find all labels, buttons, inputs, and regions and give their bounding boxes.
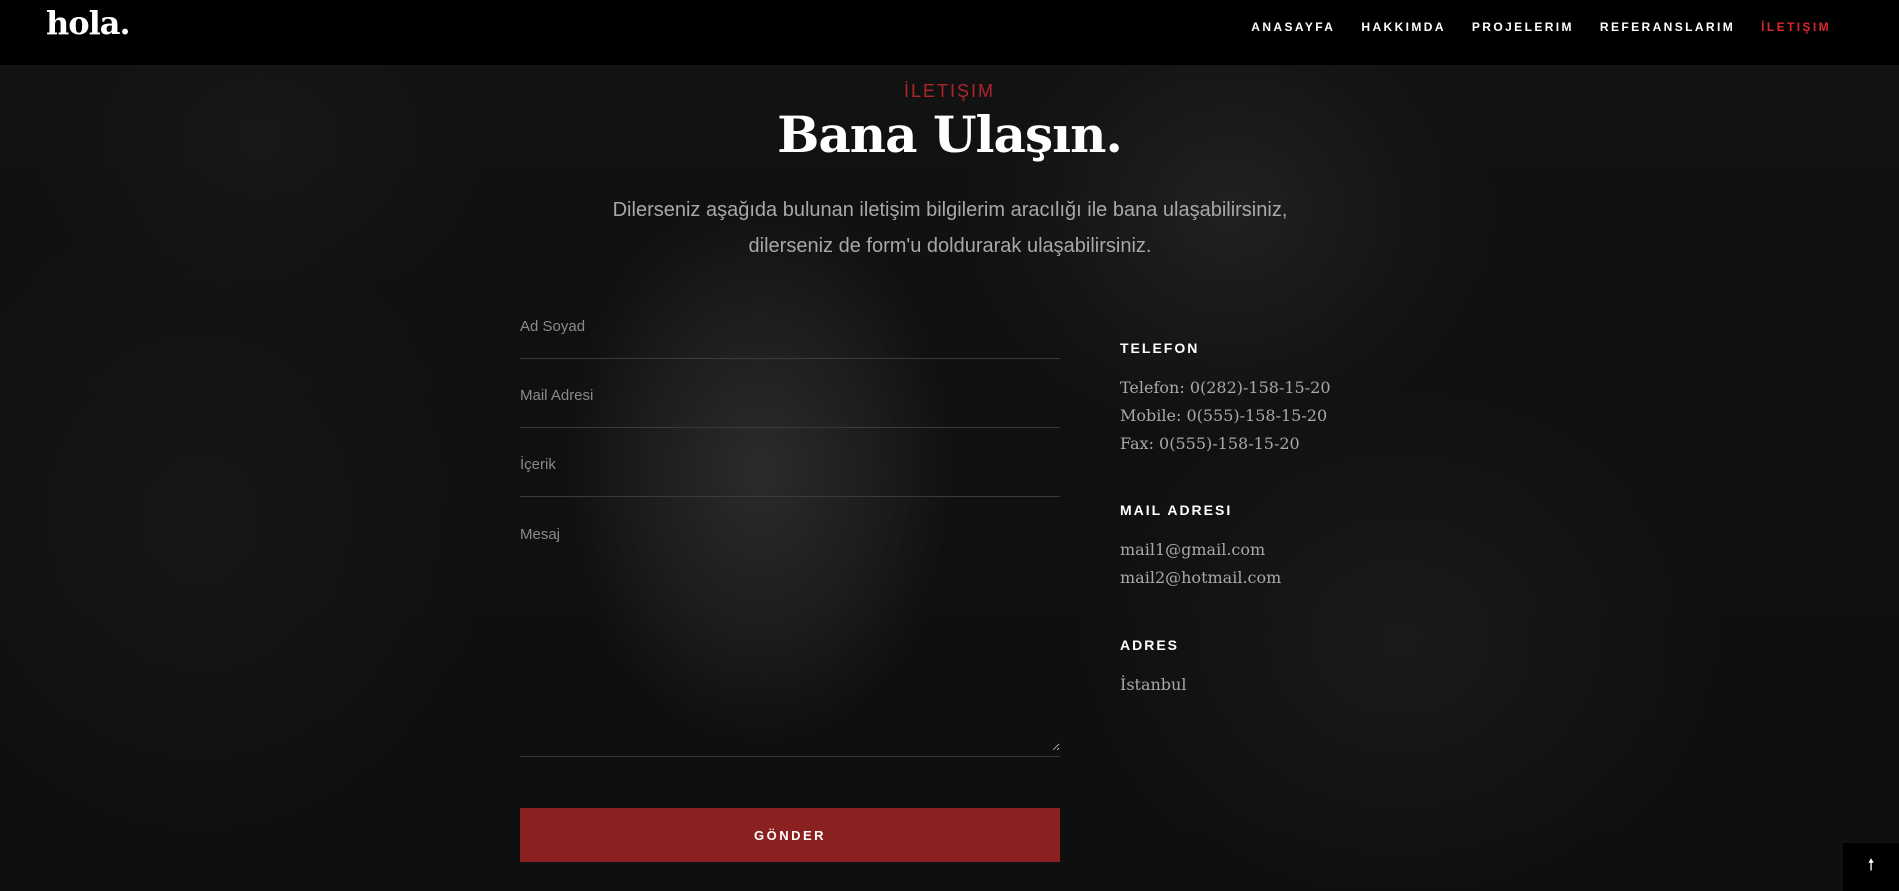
mail-line-1[interactable]: mail1@gmail.com: [1120, 536, 1281, 564]
message-textarea[interactable]: [520, 526, 1060, 751]
subject-field-wrapper: [520, 456, 1060, 497]
email-field-wrapper: [520, 387, 1060, 428]
section-title: Bana Ulaşın.: [777, 105, 1123, 164]
section-label: İLETIŞIM: [903, 81, 995, 101]
description-line-1: Dilerseniz aşağıda bulunan iletişim bilg…: [612, 199, 1288, 221]
email-input[interactable]: [520, 387, 1060, 404]
message-field-wrapper: [520, 526, 1060, 757]
nav-item-referanslarim[interactable]: REFERANSLARIM: [1600, 20, 1735, 34]
phone-block: TELEFON Telefon: 0(282)-158-15-20 Mobile…: [1120, 340, 1331, 458]
back-to-top-button[interactable]: 🠕: [1843, 843, 1899, 891]
arrow-up-icon: 🠕: [1867, 856, 1875, 874]
site-header: hola. ANASAYFA HAKKIMDA PROJELERIM REFER…: [0, 0, 1899, 65]
main-nav: ANASAYFA HAKKIMDA PROJELERIM REFERANSLAR…: [1251, 20, 1831, 34]
mail-heading: MAIL ADRESI: [1120, 502, 1233, 518]
description-line-2: dilerseniz de form'u doldurarak ulaşabil…: [748, 235, 1152, 257]
name-field-wrapper: [520, 318, 1060, 359]
mobile-line: Mobile: 0(555)-158-15-20: [1120, 406, 1328, 425]
address-heading: ADRES: [1120, 637, 1180, 653]
nav-item-projelerim[interactable]: PROJELERIM: [1472, 20, 1574, 34]
site-logo[interactable]: hola.: [46, 4, 131, 42]
nav-item-iletisim[interactable]: İLETIŞIM: [1761, 20, 1831, 34]
submit-button[interactable]: GÖNDER: [520, 808, 1060, 862]
address-block: ADRES İstanbul: [1120, 637, 1186, 699]
phone-line: Telefon: 0(282)-158-15-20: [1120, 378, 1331, 397]
section-description: Dilerseniz aşağıda bulunan iletişim bilg…: [550, 192, 1350, 264]
mail-line-2[interactable]: mail2@hotmail.com: [1120, 564, 1281, 592]
nav-item-hakkimda[interactable]: HAKKIMDA: [1361, 20, 1446, 34]
mail-block: MAIL ADRESI mail1@gmail.com mail2@hotmai…: [1120, 502, 1281, 592]
fax-line: Fax: 0(555)-158-15-20: [1120, 434, 1300, 453]
address-line: İstanbul: [1120, 675, 1187, 694]
name-input[interactable]: [520, 318, 1060, 335]
nav-item-anasayfa[interactable]: ANASAYFA: [1251, 20, 1335, 34]
subject-input[interactable]: [520, 456, 1060, 473]
phone-heading: TELEFON: [1120, 340, 1200, 356]
